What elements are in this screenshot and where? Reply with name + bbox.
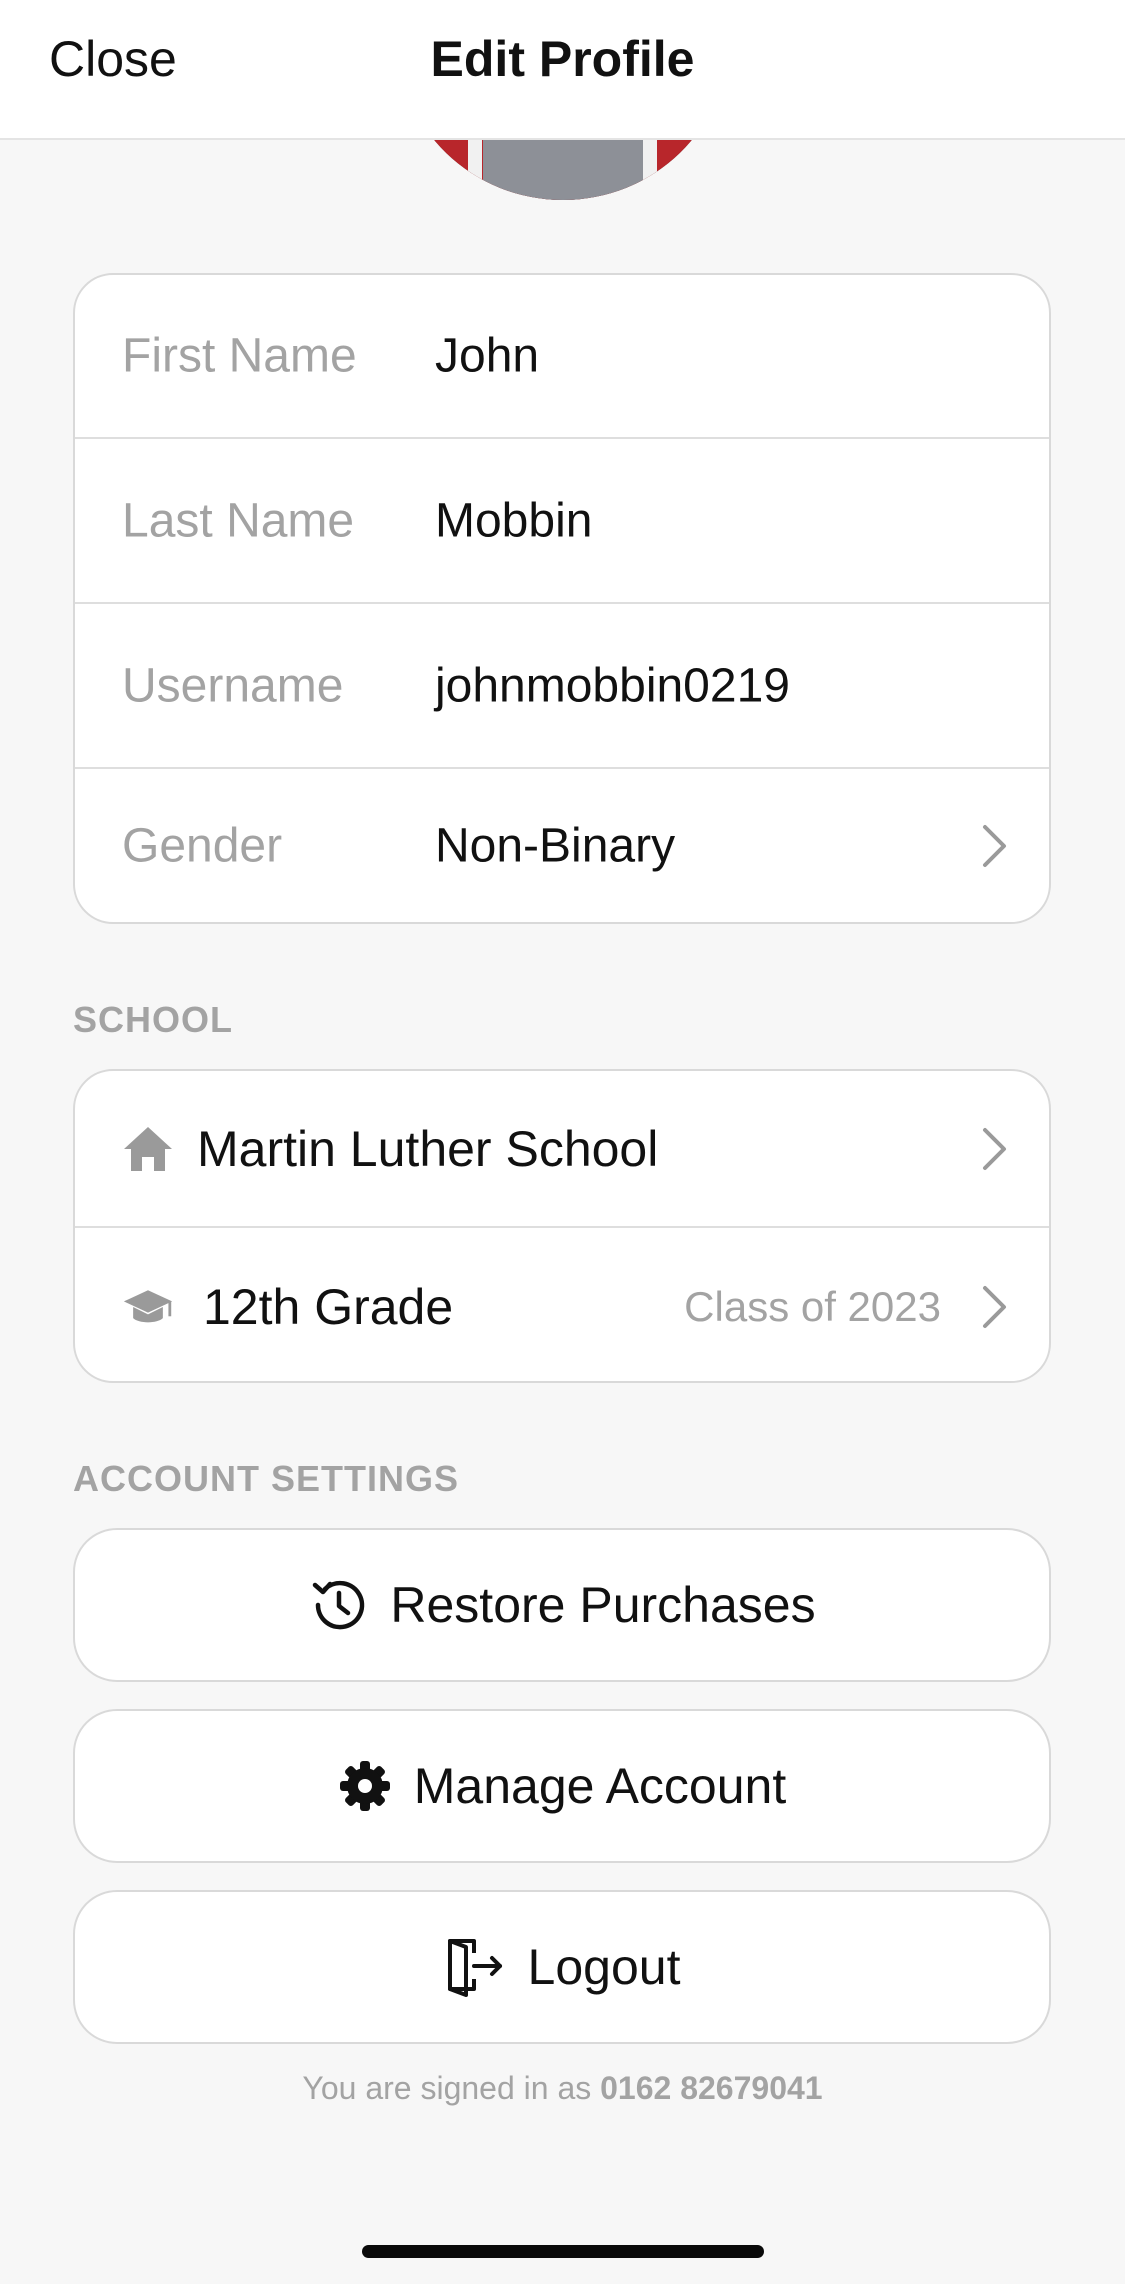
- chevron-right-icon: [983, 1285, 1006, 1328]
- school-section-title: SCHOOL: [73, 999, 234, 1040]
- username-label: Username: [122, 659, 344, 712]
- school-name: Martin Luther School: [197, 1120, 659, 1177]
- gender-row[interactable]: Gender Non-Binary: [75, 769, 1049, 922]
- manage-account-button[interactable]: Manage Account: [73, 1709, 1051, 1863]
- house-icon: [124, 1126, 172, 1171]
- username-row[interactable]: Username johnmobbin0219: [75, 604, 1049, 769]
- gender-value: Non-Binary: [435, 819, 676, 872]
- signed-in-prefix: You are signed in as: [302, 2070, 592, 2106]
- profile-fields-card: First Name John Last Name Mobbin Usernam…: [73, 273, 1051, 924]
- signed-in-phone: 0162 82679041: [600, 2070, 823, 2106]
- restore-purchases-button[interactable]: Restore Purchases: [73, 1528, 1051, 1682]
- top-bar: Close Edit Profile: [0, 0, 1125, 140]
- first-name-field[interactable]: John: [435, 329, 539, 384]
- manage-account-label: Manage Account: [413, 1758, 787, 1814]
- graduation-cap-icon: [123, 1289, 173, 1322]
- first-name-label: First Name: [122, 329, 357, 383]
- account-settings-title: ACCOUNT SETTINGS: [73, 1458, 460, 1499]
- class-of-value: Class of 2023: [684, 1282, 941, 1330]
- chevron-right-icon: [983, 824, 1006, 867]
- last-name-label: Last Name: [122, 494, 355, 547]
- school-card: Martin Luther School 12th Grade Class of…: [73, 1069, 1051, 1383]
- home-indicator[interactable]: [362, 2245, 764, 2258]
- last-name-field[interactable]: Mobbin: [435, 493, 592, 548]
- gear-icon: [339, 1761, 390, 1811]
- history-icon: [313, 1580, 365, 1630]
- restore-purchases-label: Restore Purchases: [390, 1577, 816, 1633]
- gender-label: Gender: [122, 819, 283, 872]
- logout-button[interactable]: Logout: [73, 1890, 1051, 2044]
- first-name-row[interactable]: First Name John: [75, 275, 1049, 439]
- username-field[interactable]: johnmobbin0219: [435, 658, 790, 713]
- school-row[interactable]: Martin Luther School: [75, 1071, 1049, 1228]
- logout-icon: [447, 1939, 502, 1997]
- chevron-right-icon: [983, 1127, 1006, 1170]
- last-name-row[interactable]: Last Name Mobbin: [75, 439, 1049, 604]
- page-title: Edit Profile: [430, 31, 695, 87]
- grade-value: 12th Grade: [203, 1278, 454, 1335]
- signed-in-text: You are signed in as 0162 82679041: [0, 2070, 1125, 2107]
- logout-label: Logout: [527, 1939, 681, 1995]
- grade-row[interactable]: 12th Grade Class of 2023: [75, 1228, 1049, 1381]
